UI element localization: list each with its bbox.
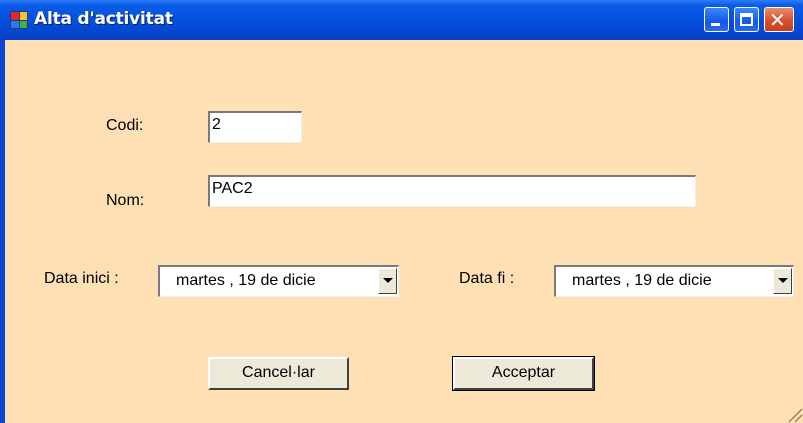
accept-button[interactable]: Acceptar [452, 356, 595, 391]
form-body: Codi: 2 Nom: PAC2 Data inici : martes , … [5, 40, 803, 423]
cancel-button-label: Cancel·lar [242, 364, 315, 381]
form-app-icon [10, 11, 28, 29]
cancel-button[interactable]: Cancel·lar [208, 357, 349, 390]
data-inici-picker[interactable]: martes , 19 de dicie [158, 265, 399, 297]
data-fi-dropdown-button[interactable] [773, 268, 792, 294]
dialog-window: Alta d'activitat ✕ Codi: 2 Nom: PAC2 Dat… [0, 0, 803, 423]
accept-button-label: Acceptar [491, 364, 556, 381]
data-fi-label: Data fi : [459, 270, 515, 287]
chevron-down-icon [778, 278, 788, 283]
codi-label: Codi: [106, 117, 144, 134]
data-inici-value: martes , 19 de dicie [176, 272, 316, 289]
close-button[interactable]: ✕ [764, 7, 794, 32]
close-icon: ✕ [769, 8, 786, 32]
minimize-button[interactable] [704, 7, 729, 32]
data-fi-picker[interactable]: martes , 19 de dicie [554, 265, 794, 297]
chevron-down-icon [383, 278, 393, 283]
data-fi-value: martes , 19 de dicie [572, 272, 712, 289]
title-bar[interactable]: Alta d'activitat ✕ [0, 0, 803, 40]
window-title: Alta d'activitat [34, 9, 173, 29]
maximize-icon [740, 13, 753, 26]
nom-label: Nom: [106, 192, 145, 209]
resize-grip-icon[interactable] [785, 405, 803, 423]
data-inici-dropdown-button[interactable] [378, 268, 397, 294]
nom-field[interactable]: PAC2 [208, 175, 696, 207]
codi-field[interactable]: 2 [208, 111, 302, 143]
maximize-button[interactable] [734, 7, 759, 32]
minimize-icon [711, 23, 720, 26]
data-inici-label: Data inici : [44, 270, 119, 287]
